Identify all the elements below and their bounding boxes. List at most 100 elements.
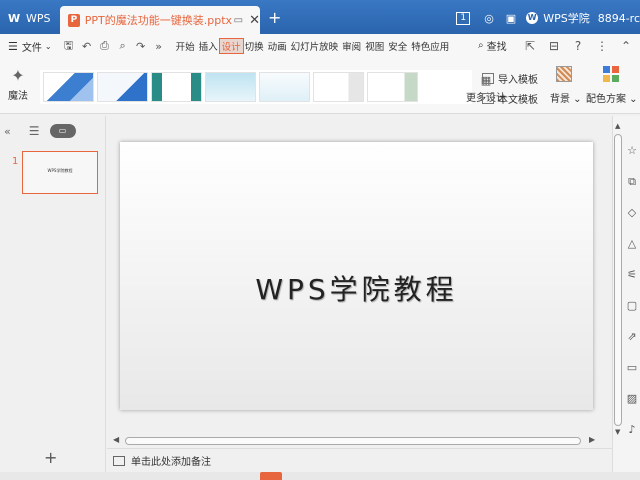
import-template-button[interactable]: 导入模板 [482, 68, 538, 88]
scroll-up-icon[interactable]: ▲ [615, 122, 620, 130]
file-menu[interactable]: ☰ 文件 ⌄ [8, 39, 52, 54]
alert-icon[interactable]: △ [625, 237, 639, 251]
star-icon[interactable]: ☆ [625, 144, 639, 158]
tab-home[interactable]: 开始 [174, 39, 197, 53]
right-sidebar: ▲ ▼ ☆ ⧉ ◇ △ ⚟ ▢ ⇗ ▭ ▨ ♪ [612, 116, 640, 472]
tab-review[interactable]: 审阅 [340, 39, 363, 53]
color-scheme-button[interactable]: 配色方案 ⌄ [586, 66, 638, 105]
background-button[interactable]: 背景 ⌄ [550, 66, 582, 105]
search-button[interactable]: ⌕ 查找 [478, 38, 507, 53]
ribbon-toggle-icon[interactable]: ⌃ [616, 36, 636, 56]
collapse-panel-icon[interactable]: « [4, 125, 11, 138]
chevron-down-icon: ⌄ [44, 41, 52, 51]
text-template-label: 本文模板 [498, 94, 538, 106]
properties-icon[interactable]: ⚟ [625, 268, 639, 282]
vertical-scroll-thumb[interactable] [614, 134, 622, 426]
collapse-ribbon-icon[interactable]: ⊟ [544, 36, 564, 56]
document-tab[interactable]: P PPT的魔法功能一键换装.pptx ▭ ✕ [60, 6, 260, 34]
tab-features[interactable]: 特色应用 [409, 39, 451, 53]
status-indicator [260, 472, 282, 480]
window-count-badge[interactable]: 1 [456, 11, 471, 25]
search-icon: ⌕ [478, 40, 484, 51]
vertical-scrollbar[interactable]: ▲ ▼ [613, 116, 623, 446]
color-scheme-icon [603, 66, 619, 82]
slide-canvas[interactable]: WPS学院教程 [120, 142, 593, 410]
more-icon[interactable]: » [150, 40, 168, 53]
tab-design[interactable]: 设计 [218, 38, 244, 54]
theme-thumb[interactable] [151, 72, 202, 102]
theme-thumb[interactable] [313, 72, 364, 102]
thumbnail-view-icon[interactable]: ▭ [49, 124, 76, 138]
wps-home-tab[interactable]: W WPS [4, 6, 58, 30]
tab-security[interactable]: 安全 [386, 39, 409, 53]
preview-icon[interactable]: ⌕ [114, 39, 132, 53]
horizontal-scrollbar[interactable]: ◀ ▶ [111, 434, 607, 448]
tab-window-icon[interactable]: ▭ [234, 15, 243, 26]
user-id[interactable]: 8894-rc [598, 12, 640, 25]
menu-tabs: 开始 插入 设计 切换 动画 幻灯片放映 审阅 视图 安全 特色应用 [174, 38, 452, 54]
scroll-right-icon[interactable]: ▶ [589, 435, 595, 444]
horizontal-scroll-thumb[interactable] [125, 437, 581, 445]
text-template-icon [482, 92, 494, 104]
import-template-label: 导入模板 [498, 74, 538, 86]
more-options-icon[interactable]: ⋮ [592, 36, 612, 56]
text-template-button[interactable]: 本文模板 [482, 88, 538, 108]
color-scheme-label: 配色方案 ⌄ [586, 94, 638, 105]
comment-icon[interactable]: ▭ [625, 361, 639, 375]
scroll-down-icon[interactable]: ▼ [615, 428, 620, 436]
wps-home-label: WPS [26, 11, 51, 25]
image-icon[interactable]: ▨ [625, 392, 639, 406]
ppt-file-icon: P [68, 13, 80, 27]
wps-logo-icon: W [8, 12, 21, 25]
wps-academy-logo-icon: W [526, 12, 539, 24]
new-tab-button[interactable]: + [268, 8, 281, 27]
notes-icon [113, 455, 125, 466]
tab-slideshow[interactable]: 幻灯片放映 [289, 39, 341, 53]
hamburger-icon: ☰ [8, 39, 18, 53]
notes-pane[interactable]: 单击此处添加备注 [107, 448, 612, 472]
share-icon[interactable]: ⇱ [520, 36, 540, 56]
close-tab-icon[interactable]: ✕ [249, 13, 260, 28]
tab-view[interactable]: 视图 [363, 39, 386, 53]
scroll-left-icon[interactable]: ◀ [113, 435, 119, 444]
theme-thumb[interactable] [205, 72, 256, 102]
search-label: 查找 [486, 42, 507, 53]
tab-animation[interactable]: 动画 [266, 39, 289, 53]
slide-title[interactable]: WPS学院教程 [120, 268, 593, 308]
tab-insert[interactable]: 插入 [197, 39, 220, 53]
slide-number: 1 [12, 156, 19, 167]
theme-thumb[interactable] [367, 72, 418, 102]
magic-button[interactable]: ✦ 魔法 [6, 66, 30, 102]
save-icon[interactable]: 🖫 [60, 37, 78, 56]
print-icon[interactable]: ⎙ [96, 39, 114, 53]
account-label[interactable]: WPS学院 [543, 10, 590, 26]
lock-icon[interactable]: ▢ [625, 299, 639, 313]
notes-placeholder: 单击此处添加备注 [131, 457, 211, 468]
magic-wand-icon: ✦ [11, 66, 25, 85]
redo-icon[interactable]: ↷ [132, 40, 150, 53]
status-bar [0, 472, 640, 480]
theme-thumb[interactable] [259, 72, 310, 102]
add-slide-button[interactable]: + [44, 448, 57, 467]
export-icon[interactable]: ⇗ [625, 330, 639, 344]
sync-icon[interactable]: ◎ [484, 12, 494, 25]
copy-icon[interactable]: ⧉ [625, 175, 639, 189]
panel-icon[interactable]: ▣ [506, 12, 516, 25]
design-gallery: ▦ 更多设计 [40, 70, 506, 104]
audio-icon[interactable]: ♪ [625, 423, 639, 437]
theme-thumb[interactable] [97, 72, 148, 102]
shapes-icon[interactable]: ◇ [625, 206, 639, 220]
template-buttons: 导入模板 本文模板 [482, 68, 538, 108]
undo-icon[interactable]: ↶ [78, 40, 96, 53]
import-template-icon [482, 72, 494, 84]
help-icon[interactable]: ? [568, 36, 588, 56]
slide-thumbnail-text: WPS学院教程 [47, 168, 73, 173]
slide-thumbnail[interactable]: WPS学院教程 [22, 151, 98, 194]
titlebar-right: 1 ◎ ▣ W WPS学院 8894-rc [456, 6, 640, 30]
background-label: 背景 ⌄ [550, 94, 582, 105]
magic-label: 魔法 [8, 91, 28, 102]
slides-panel-header: « ☰ ▭ [0, 116, 105, 146]
tab-transition[interactable]: 切换 [243, 39, 266, 53]
outline-view-icon[interactable]: ☰ [29, 124, 40, 138]
theme-thumb[interactable] [43, 72, 94, 102]
